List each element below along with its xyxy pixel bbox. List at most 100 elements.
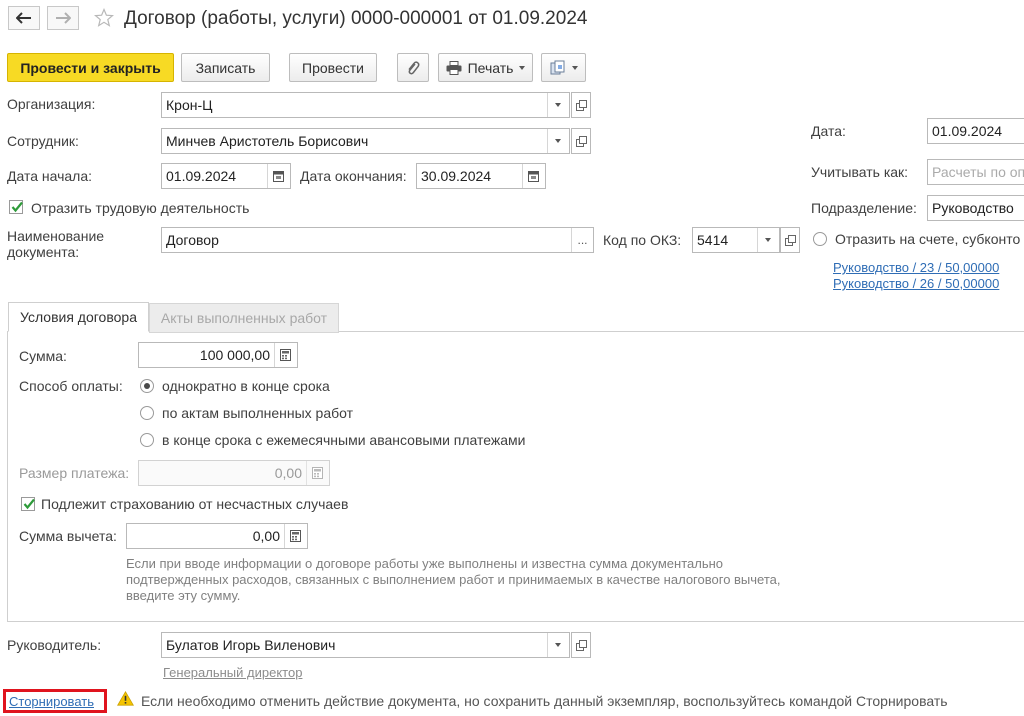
okz-value: 5414 xyxy=(697,232,729,248)
organization-dropdown[interactable] xyxy=(547,93,569,117)
payment-size-label: Размер платежа: xyxy=(19,465,130,481)
checkmark-icon xyxy=(11,201,23,213)
post-button[interactable]: Провести xyxy=(289,53,377,82)
end-date-value: 30.09.2024 xyxy=(421,168,492,184)
save-button[interactable]: Записать xyxy=(181,53,270,82)
labor-activity-checkbox[interactable] xyxy=(9,200,23,214)
employee-label: Сотрудник: xyxy=(7,133,79,149)
storno-link-box[interactable]: Сторнировать xyxy=(3,689,107,713)
department-value: Руководство xyxy=(932,200,1014,216)
arrow-right-icon xyxy=(56,12,71,24)
organization-value: Крон-Ц xyxy=(166,97,213,113)
calendar-icon xyxy=(273,171,284,182)
end-date-label: Дата окончания: xyxy=(300,168,407,184)
department-field[interactable]: Руководство xyxy=(927,195,1024,221)
print-button[interactable]: Печать xyxy=(438,53,533,82)
head-value: Булатов Игорь Виленович xyxy=(166,637,336,653)
page-title: Договор (работы, услуги) 0000-000001 от … xyxy=(124,8,588,29)
deduction-field[interactable]: 0,00 xyxy=(126,523,308,549)
deduction-calculator-button[interactable] xyxy=(284,524,307,548)
open-window-icon xyxy=(576,136,587,147)
account-link-23[interactable]: Руководство / 23 / 50,00000 xyxy=(833,260,999,276)
storno-warning-text: Если необходимо отменить действие докуме… xyxy=(141,693,948,709)
date-value: 01.09.2024 xyxy=(932,123,1003,139)
start-date-calendar-button[interactable] xyxy=(267,164,290,188)
employee-field[interactable]: Минчев Аристотель Борисович xyxy=(161,128,570,154)
calendar-icon xyxy=(528,171,539,182)
okz-dropdown[interactable] xyxy=(757,228,779,252)
department-label: Подразделение: xyxy=(811,200,917,216)
open-window-icon xyxy=(576,100,587,111)
date-field[interactable]: 01.09.2024 xyxy=(927,118,1024,144)
open-window-icon xyxy=(785,235,796,246)
docname-label-line2: документа: xyxy=(7,244,80,260)
sum-field[interactable]: 100 000,00 xyxy=(138,342,298,368)
related-docs-button[interactable] xyxy=(541,53,586,82)
payment-size-field: 0,00 xyxy=(138,460,330,486)
reflect-account-label: Отразить на счете, субконто xyxy=(835,231,1021,247)
chevron-down-icon xyxy=(571,65,578,70)
organization-open-button[interactable] xyxy=(571,92,591,118)
post-and-close-button[interactable]: Провести и закрыть xyxy=(7,53,174,82)
calculator-icon xyxy=(312,467,323,479)
okz-label: Код по ОКЗ: xyxy=(603,232,682,248)
start-date-value: 01.09.2024 xyxy=(166,168,237,184)
end-date-calendar-button[interactable] xyxy=(522,164,545,188)
checkmark-icon xyxy=(23,498,35,510)
printer-icon xyxy=(446,60,462,75)
start-date-field[interactable]: 01.09.2024 xyxy=(161,163,291,189)
insurance-checkbox[interactable] xyxy=(21,497,35,511)
account-link-26[interactable]: Руководство / 26 / 50,00000 xyxy=(833,276,999,292)
employee-value: Минчев Аристотель Борисович xyxy=(166,133,369,149)
calculator-icon xyxy=(280,349,291,361)
storno-link[interactable]: Сторнировать xyxy=(9,694,94,710)
payment-option-monthly-radio[interactable] xyxy=(140,433,154,447)
organization-label: Организация: xyxy=(7,96,96,112)
account-as-placeholder: Расчеты по оп xyxy=(932,164,1024,180)
sum-value: 100 000,00 xyxy=(199,347,270,363)
deduction-hint: Если при вводе информации о договоре раб… xyxy=(126,556,846,604)
chevron-down-icon xyxy=(765,238,771,242)
attach-button[interactable] xyxy=(397,53,429,82)
employee-open-button[interactable] xyxy=(571,128,591,154)
end-date-field[interactable]: 30.09.2024 xyxy=(416,163,546,189)
docname-select-button[interactable]: ... xyxy=(571,228,593,252)
payment-option-once-radio[interactable] xyxy=(140,379,154,393)
head-label: Руководитель: xyxy=(7,637,102,653)
okz-field[interactable]: 5414 xyxy=(692,227,780,253)
warning-icon xyxy=(117,691,134,706)
organization-field[interactable]: Крон-Ц xyxy=(161,92,570,118)
favorite-star-icon[interactable] xyxy=(94,8,114,28)
head-dropdown[interactable] xyxy=(547,633,569,657)
employee-dropdown[interactable] xyxy=(547,129,569,153)
tab-contract-terms[interactable]: Условия договора xyxy=(8,302,149,332)
payment-option-acts-radio[interactable] xyxy=(140,406,154,420)
chevron-down-icon xyxy=(555,103,561,107)
head-field[interactable]: Булатов Игорь Виленович xyxy=(161,632,570,658)
head-open-button[interactable] xyxy=(571,632,591,658)
arrow-left-icon xyxy=(16,12,31,24)
docname-field[interactable]: Договор ... xyxy=(161,227,594,253)
account-as-field[interactable]: Расчеты по оп xyxy=(927,159,1024,185)
back-button[interactable] xyxy=(8,6,40,30)
okz-open-button[interactable] xyxy=(780,227,800,253)
payment-option-once-label: однократно в конце срока xyxy=(162,378,330,394)
chevron-down-icon xyxy=(555,643,561,647)
print-button-label: Печать xyxy=(467,59,514,76)
reflect-account-radio[interactable] xyxy=(813,232,827,246)
sum-label: Сумма: xyxy=(19,348,67,364)
tab-work-acts[interactable]: Акты выполненных работ xyxy=(149,303,339,333)
chevron-down-icon xyxy=(519,65,526,70)
sum-calculator-button[interactable] xyxy=(274,343,297,367)
payment-method-label: Способ оплаты: xyxy=(19,378,123,394)
docname-value: Договор xyxy=(166,232,219,248)
payment-size-value: 0,00 xyxy=(274,465,302,481)
deduction-label: Сумма вычета: xyxy=(19,528,117,544)
payment-option-monthly-label: в конце срока с ежемесячными авансовыми … xyxy=(162,432,526,448)
insurance-label: Подлежит страхованию от несчастных случа… xyxy=(41,496,349,512)
chevron-down-icon xyxy=(555,139,561,143)
related-documents-icon xyxy=(550,60,564,74)
head-position-link[interactable]: Генеральный директор xyxy=(163,665,302,681)
account-as-label: Учитывать как: xyxy=(811,164,909,180)
forward-button[interactable] xyxy=(47,6,79,30)
